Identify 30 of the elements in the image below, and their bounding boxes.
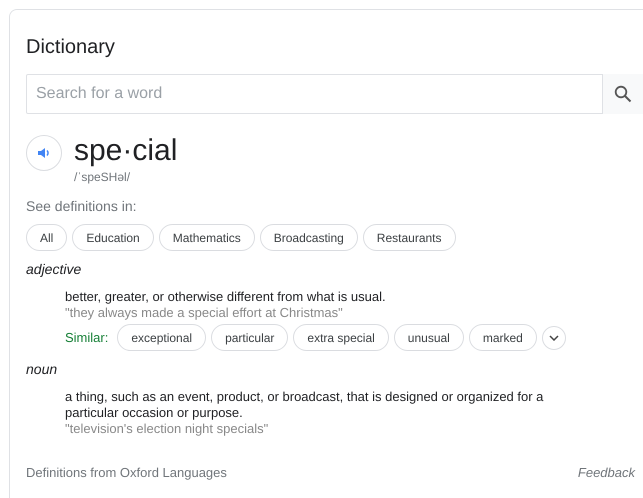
similar-word-chip[interactable]: exceptional xyxy=(117,324,206,351)
headword: spe·cial xyxy=(74,134,178,168)
example-text: "they always made a special effort at Christmas" xyxy=(65,305,344,321)
similar-word-chip[interactable]: marked xyxy=(468,324,537,351)
category-chip[interactable]: Education xyxy=(72,224,154,251)
similar-word-chip[interactable]: extra special xyxy=(293,324,389,351)
source-text: Definitions from Oxford Languages xyxy=(26,465,227,480)
search-button[interactable] xyxy=(603,74,643,114)
definition-text: better, greater, or otherwise different from what is usual. xyxy=(65,289,387,305)
similar-word-chip[interactable]: particular xyxy=(211,324,288,351)
similar-word-chip[interactable]: unusual xyxy=(394,324,464,351)
similar-label: Similar: xyxy=(65,330,108,345)
feedback-link[interactable]: Feedback xyxy=(578,465,635,480)
part-of-speech: adjective xyxy=(26,261,82,277)
chevron-down-icon xyxy=(548,334,559,340)
category-chip[interactable]: All xyxy=(26,224,68,251)
category-chip[interactable]: Mathematics xyxy=(158,224,255,251)
pronunciation: /ˈspeSHəl/ xyxy=(74,170,132,184)
definition-text: a thing, such as an event, product, or broadcast, that is designed or organized for a particular occasion or purpose. xyxy=(65,389,544,421)
search-field[interactable]: Search for a word xyxy=(26,74,603,114)
expand-button[interactable] xyxy=(542,326,566,350)
example-text: "television's election night specials" xyxy=(65,421,270,437)
card-title: Dictionary xyxy=(26,35,116,60)
category-chip[interactable]: Restaurants xyxy=(362,224,456,251)
speaker-icon xyxy=(37,146,51,160)
category-chip[interactable]: Broadcasting xyxy=(260,224,358,251)
part-of-speech: noun xyxy=(26,361,58,377)
search-icon xyxy=(614,85,632,103)
speaker-button[interactable] xyxy=(26,135,62,171)
see-definitions-label: See definitions in: xyxy=(26,198,138,214)
